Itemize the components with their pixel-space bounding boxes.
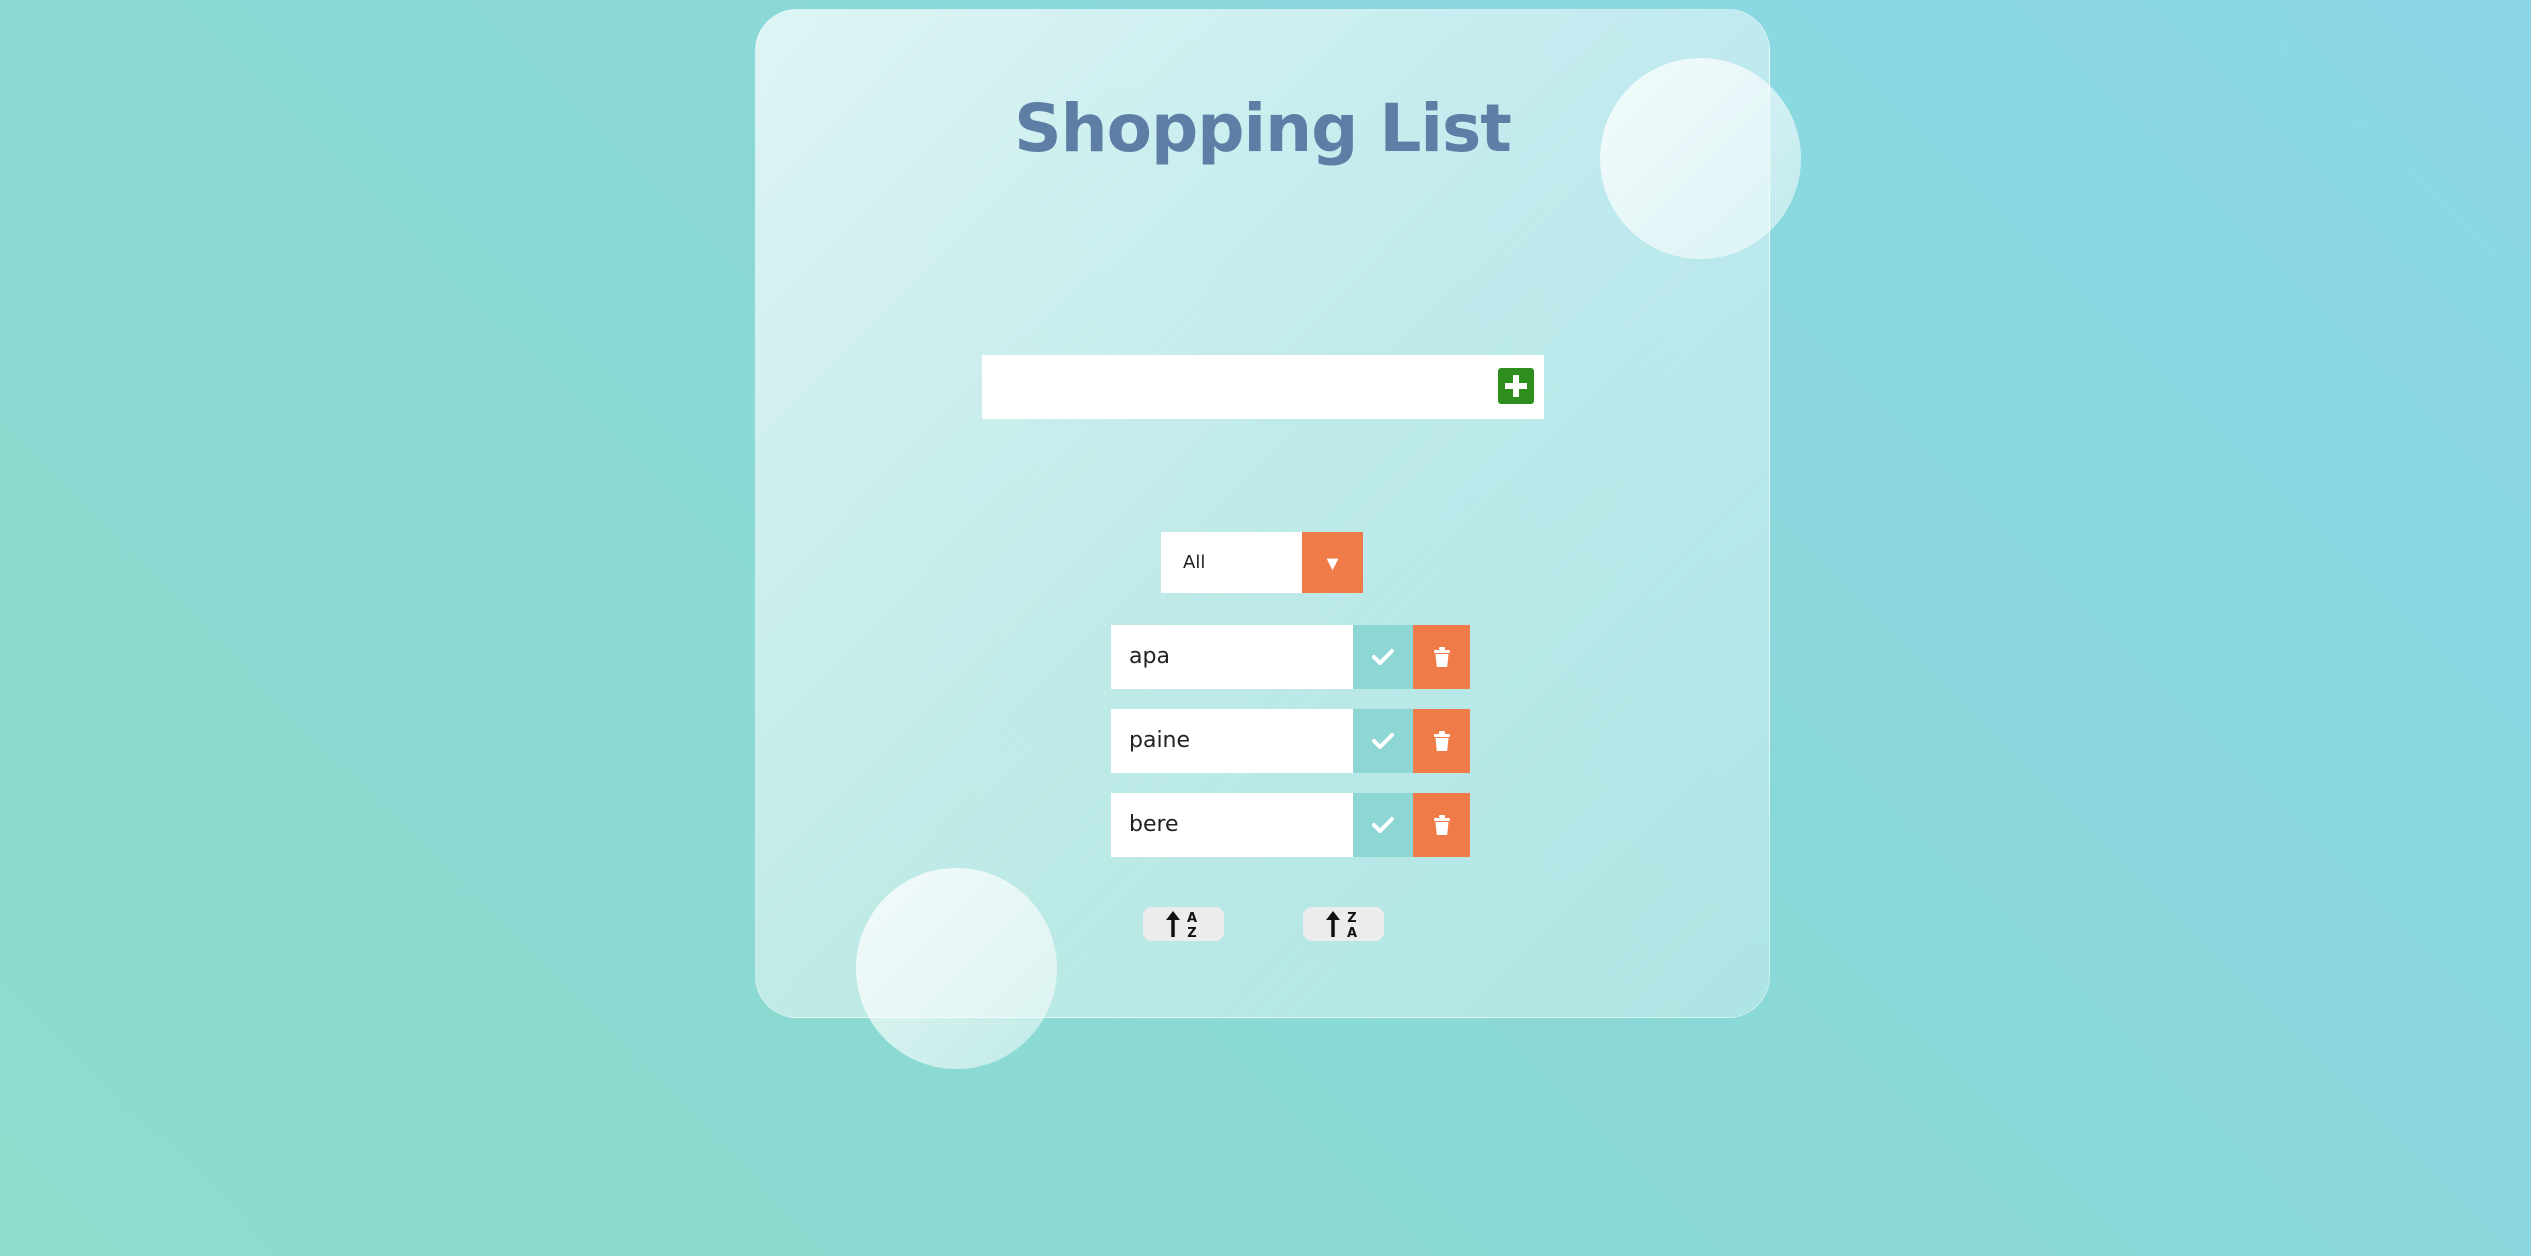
delete-item-button[interactable] (1413, 793, 1470, 857)
sort-ascending-button[interactable]: A Z (1143, 907, 1224, 941)
complete-item-button[interactable] (1353, 793, 1413, 857)
list-item: paine (1111, 709, 1470, 773)
complete-item-button[interactable] (1353, 625, 1413, 689)
list-item: bere (1111, 793, 1470, 857)
filter-select[interactable]: All ▼ (1161, 532, 1363, 593)
item-label: apa (1111, 625, 1353, 689)
filter-selected-value: All (1183, 552, 1206, 573)
page-title: Shopping List (1014, 90, 1512, 167)
sort-descending-button[interactable]: Z A (1303, 907, 1384, 941)
delete-item-button[interactable] (1413, 625, 1470, 689)
item-label: paine (1111, 709, 1353, 773)
sort-desc-letter-top: Z (1347, 911, 1356, 926)
sort-asc-letter-bottom: Z (1187, 926, 1196, 939)
add-item-form (982, 355, 1544, 419)
caret-down-icon: ▼ (1302, 532, 1363, 593)
add-item-button[interactable] (1498, 368, 1534, 404)
sort-asc-letter-top: A (1186, 911, 1196, 926)
item-label: bere (1111, 793, 1353, 857)
list-item: apa (1111, 625, 1470, 689)
decorative-circle-bottom-left (856, 868, 1057, 1069)
complete-item-button[interactable] (1353, 709, 1413, 773)
delete-item-button[interactable] (1413, 709, 1470, 773)
sort-desc-letter-bottom: A (1346, 926, 1356, 939)
new-item-input[interactable] (982, 355, 1472, 419)
